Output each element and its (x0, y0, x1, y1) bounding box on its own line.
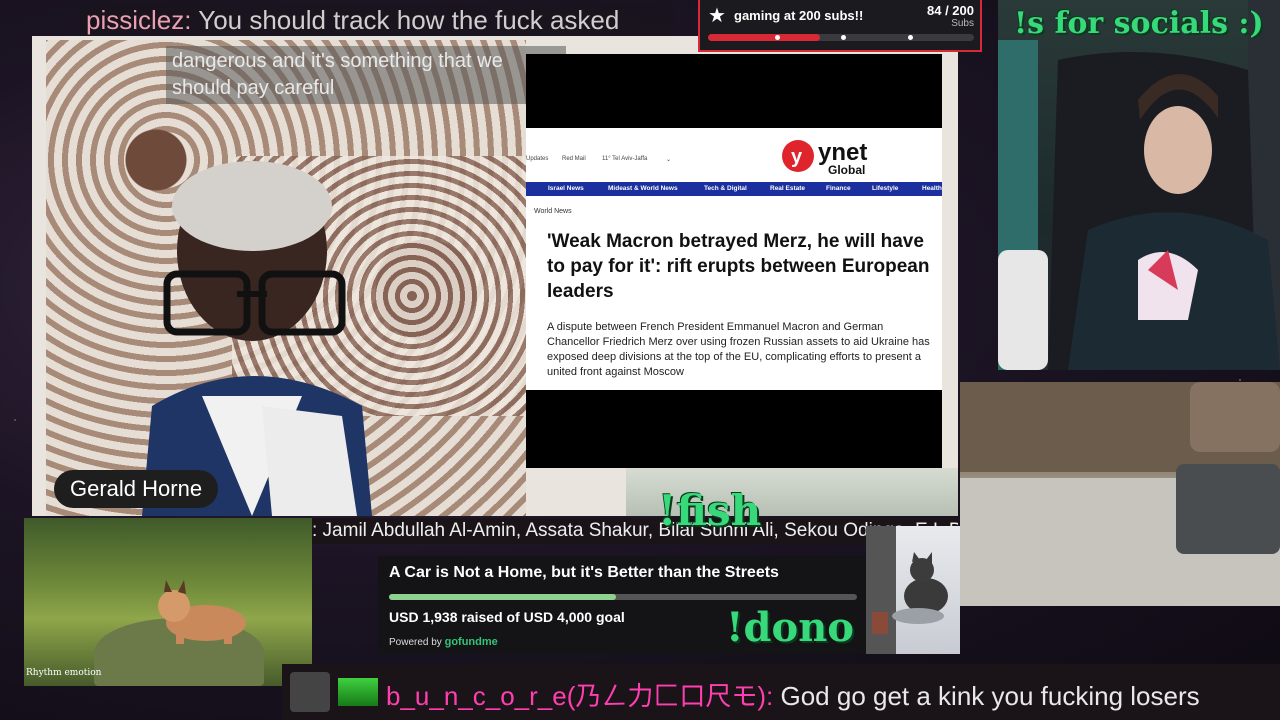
article-headline: 'Weak Macron betrayed Merz, he will have… (547, 231, 930, 302)
main-video[interactable]: dangerous and it's something that we sho… (32, 36, 958, 516)
logo-sub-text: Global (828, 163, 865, 177)
streamer-webcam (998, 0, 1280, 370)
nature-video-panel: Rhythm emotion (24, 518, 312, 686)
milestone-dot (774, 35, 780, 40)
sub-goal-progress-fill (708, 34, 820, 41)
chat-line: b_u_n_c_o_r_e(乃ㄥ力匚口尺モ): God go get a kin… (386, 676, 1200, 713)
speaker-figure (142, 161, 372, 516)
gofundme-powered-by: Powered by gofundme (389, 636, 498, 648)
chat-text: You should track how the fuck asked (198, 5, 620, 35)
nav-item[interactable]: Real Estate (770, 185, 805, 192)
rhythm-watermark: Rhythm emotion (26, 668, 102, 678)
gofundme-raised-text: USD 1,938 raised of USD 4,000 goal (389, 609, 625, 625)
bottom-chat-message: b_u_n_c_o_r_e(乃ㄥ力匚口尺モ): God go get a kin… (282, 664, 1280, 720)
news-article: Updates Red Mail 11° Tel Aviv-Jaffa ⌄ y … (526, 128, 942, 390)
star-icon: ★ (708, 5, 726, 27)
gofundme-title: A Car is Not a Home, but it's Better tha… (389, 564, 779, 581)
nav-item[interactable]: Tech & Digital (704, 185, 747, 192)
chat-username: b_u_n_c_o_r_e(乃ㄥ力匚口尺モ): (386, 681, 774, 711)
cat-image (866, 526, 948, 654)
lynx-image (158, 580, 246, 644)
sub-goal-title: gaming at 200 subs!! (734, 8, 864, 23)
cat-cam (866, 526, 960, 654)
couch-cam (960, 382, 1280, 606)
topbar-item: Updates (526, 156, 549, 162)
topbar-item: 11° Tel Aviv-Jaffa (602, 156, 648, 162)
dono-command-label: !dono (726, 604, 854, 651)
powered-by-label: Powered by (389, 637, 442, 648)
grass-badge-icon (338, 678, 378, 706)
streamer-figure (998, 0, 1280, 370)
name-ticker: : Jamil Abdullah Al-Amin, Assata Shakur,… (312, 518, 958, 544)
milestone-dot (841, 35, 846, 40)
chevron-down-icon: ⌄ (666, 157, 672, 163)
gofundme-progress-fill (389, 594, 616, 600)
milestone-dot (907, 35, 913, 40)
sub-goal-progress-bar (708, 34, 974, 41)
topbar-item: Red Mail (562, 156, 586, 162)
speaker-name-tag: Gerald Horne (54, 470, 219, 508)
article-navbar: Israel News Mideast & World News Tech & … (526, 182, 942, 196)
nav-item[interactable]: Health (922, 185, 942, 192)
fish-command-label: !fish (658, 486, 762, 535)
chat-username: pissiclez: (86, 5, 192, 35)
article-section: World News (534, 208, 572, 215)
nav-item[interactable]: Mideast & World News (608, 185, 678, 192)
gofundme-logo: gofundme (444, 636, 498, 648)
sub-goal-count: 84 / 200 (927, 3, 974, 18)
sub-goal-unit: Subs (951, 18, 974, 29)
sub-goal-widget: ★ gaming at 200 subs!! 84 / 200 Subs (698, 0, 982, 52)
socials-command-label: !s for socials :) (1014, 6, 1264, 41)
nav-item[interactable]: Israel News (548, 185, 584, 192)
gofundme-progress-bar (389, 594, 857, 600)
chat-text: God go get a kink you fucking losers (780, 681, 1200, 711)
nav-item[interactable]: Finance (826, 185, 851, 192)
top-chat-message: pissiclez: You should track how the fuck… (80, 2, 674, 38)
svg-text:y: y (791, 146, 803, 168)
article-summary: A dispute between French President Emman… (547, 321, 930, 378)
couch-image (960, 382, 1280, 606)
ynet-logo: y ynet Global (782, 139, 867, 177)
video-subtitle: dangerous and it's something that we sho… (166, 46, 566, 104)
user-avatar (290, 672, 330, 712)
nav-item[interactable]: Lifestyle (872, 185, 898, 192)
logo-main-text: ynet (818, 139, 867, 166)
